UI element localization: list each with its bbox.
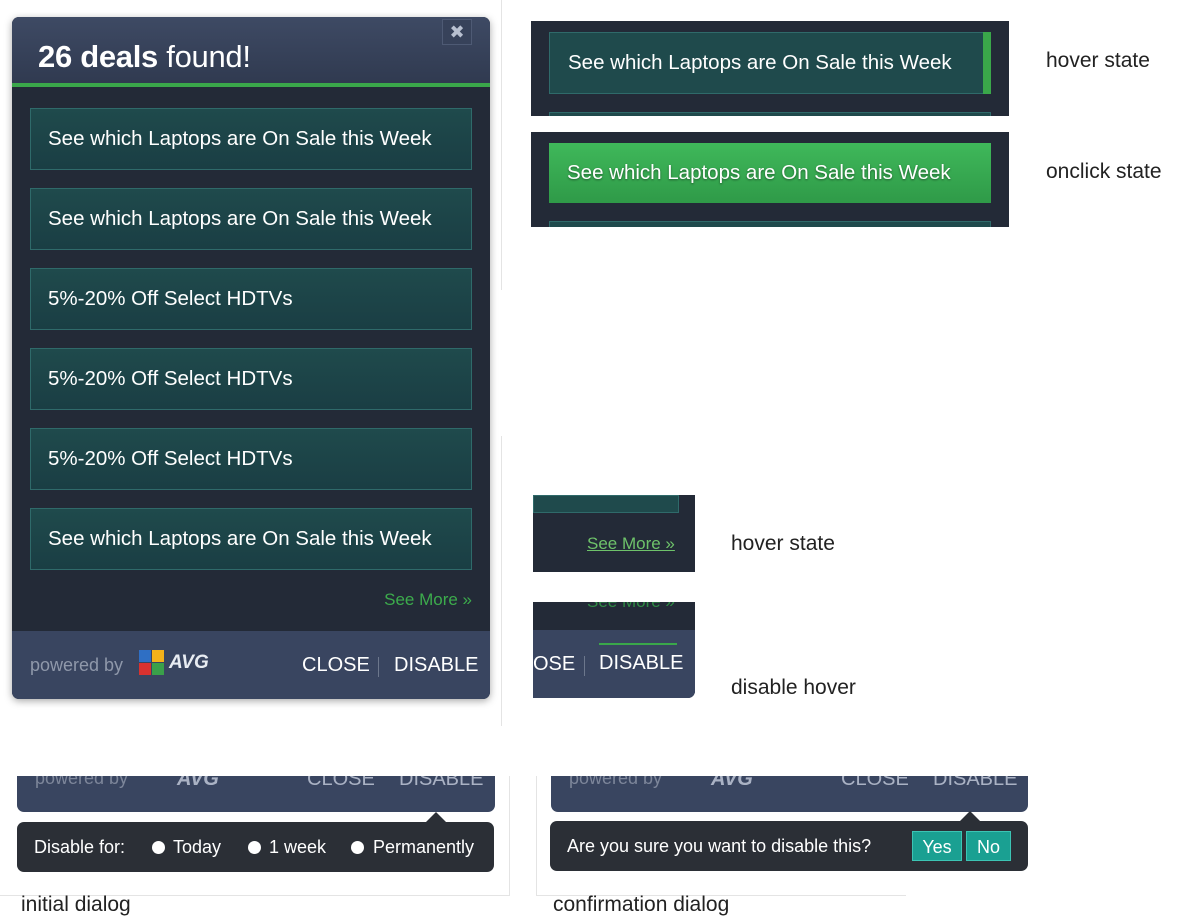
onclick-state-label: onclick state [1046,160,1162,183]
close-link[interactable]: CLOSE [302,654,370,677]
close-link-fragment[interactable]: OSE [533,653,575,676]
deal-item[interactable]: See which Laptops are On Sale this Week [30,108,472,170]
next-deal-edge [549,112,991,116]
divider-vertical-dialog-left [509,776,510,896]
radio-1-week[interactable] [248,841,261,854]
powered-by-ghost: powered by [569,776,663,788]
deals-panel: 26 deals found! ✖ See which Laptops are … [12,17,490,699]
deal-count: 26 deals [38,39,158,74]
dialog-caret [426,812,446,822]
confirmation-dialog-caption: confirmation dialog [553,893,730,916]
disable-ghost: DISABLE [933,776,1018,790]
disable-for-label: Disable for: [34,837,126,857]
deal-item[interactable]: See which Laptops are On Sale this Week [30,188,472,250]
yes-button[interactable]: Yes [912,831,962,861]
disable-hover-label: disable hover [731,676,856,699]
footer-separator [584,656,585,676]
avg-logo-icon [139,650,165,676]
disable-link[interactable]: DISABLE [394,654,478,677]
initial-dialog-footer-ghost: powered by AVG CLOSE DISABLE [17,776,495,812]
close-ghost: CLOSE [307,776,375,790]
option-today-label[interactable]: Today [173,837,221,858]
disable-hover-underline [599,643,677,645]
avg-logo: AVG [139,649,209,677]
disable-ghost: DISABLE [399,776,484,790]
disable-duration-dialog: Disable for: Today 1 week Permanently [17,812,494,872]
radio-permanently[interactable] [351,841,364,854]
confirm-prompt: Are you sure you want to disable this? [567,836,872,856]
deal-item-edge [533,495,679,513]
confirmation-dialog-footer-ghost: powered by AVG CLOSE DISABLE [551,776,1028,812]
powered-by-ghost: powered by [35,776,129,788]
panel-footer: powered by AVG CLOSE DISABLE [12,631,490,699]
avg-brand-text: AVG [169,652,209,673]
divider-vertical-main [501,0,502,290]
avg-brand-ghost: AVG [177,776,219,790]
confirm-disable-dialog: Are you sure you want to disable this? Y… [550,811,1028,871]
disable-hover-preview: See More » OSE DISABLE [533,602,695,698]
deal-hover-state-preview: See which Laptops are On Sale this Week [531,21,1009,116]
deal-item-active[interactable]: See which Laptops are On Sale this Week [549,143,991,203]
see-more-link[interactable]: See More » [384,590,472,610]
title-suffix: found! [157,39,251,74]
deal-item-hover[interactable]: See which Laptops are On Sale this Week [549,32,991,94]
see-more-ghost: See More » [587,602,675,612]
see-more-hover-preview: See More » [533,495,695,572]
avg-brand-ghost: AVG [711,776,753,790]
radio-today[interactable] [152,841,165,854]
footer-separator [378,657,379,677]
initial-dialog-caption: initial dialog [21,893,131,916]
see-more-link-hover[interactable]: See More » [587,534,675,554]
close-x-icon[interactable]: ✖ [442,19,472,45]
panel-header: 26 deals found! ✖ [12,17,490,87]
deal-item[interactable]: 5%-20% Off Select HDTVs [30,428,472,490]
hover-indicator-bar [983,32,991,94]
panel-title: 26 deals found! [38,39,251,75]
close-ghost: CLOSE [841,776,909,790]
no-button[interactable]: No [966,831,1011,861]
option-1-week-label[interactable]: 1 week [269,837,326,858]
hover-state-label: hover state [1046,49,1150,72]
option-permanently-label[interactable]: Permanently [373,837,474,858]
divider-vertical-dialog-mid [536,776,537,896]
next-deal-edge [549,221,991,227]
deal-item[interactable]: 5%-20% Off Select HDTVs [30,348,472,410]
disable-link-hover[interactable]: DISABLE [599,652,683,675]
deal-item[interactable]: See which Laptops are On Sale this Week [30,508,472,570]
deal-item[interactable]: 5%-20% Off Select HDTVs [30,268,472,330]
dialog-caret [960,811,980,821]
deal-onclick-state-preview: See which Laptops are On Sale this Week [531,132,1009,227]
divider-vertical-lower [501,436,502,726]
see-more-hover-label: hover state [731,532,835,555]
footer-fragment: OSE DISABLE [533,630,695,698]
powered-by-label: powered by [30,655,124,675]
